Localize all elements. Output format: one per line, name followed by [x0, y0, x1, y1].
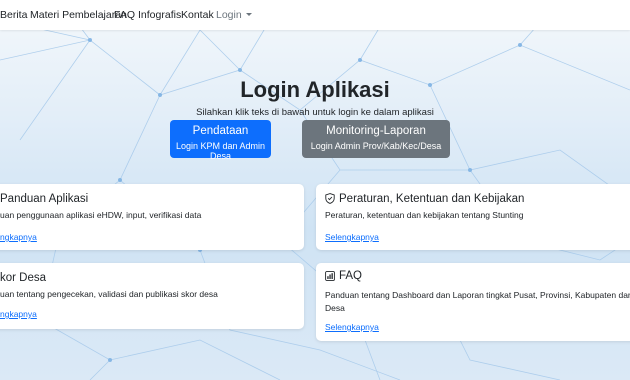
- shield-icon: [325, 193, 335, 204]
- nav-item-faq[interactable]: FAQ: [114, 9, 135, 21]
- card-skor-desa: kor Desa uan tentang pengecekan, validas…: [0, 263, 304, 329]
- pendataan-button-sublabel: Login KPM dan Admin Desa: [175, 141, 266, 161]
- pendataan-login-button[interactable]: Pendataan Login KPM dan Admin Desa: [170, 120, 271, 161]
- monitoring-login-button[interactable]: Monitoring-Laporan Login Admin Prov/Kab/…: [302, 120, 450, 158]
- card-peraturan: Peraturan, Ketentuan dan Kebijakan Perat…: [316, 184, 630, 250]
- card-title-row: FAQ: [325, 270, 362, 282]
- card-text: uan tentang pengecekan, validasi dan pub…: [0, 289, 218, 299]
- card-more-link[interactable]: ngkapnya: [0, 309, 37, 319]
- card-title: FAQ: [339, 270, 363, 282]
- card-title: kor Desa: [0, 272, 47, 284]
- nav-login-dropdown[interactable]: Login: [216, 9, 252, 21]
- monitoring-button-sublabel: Login Admin Prov/Kab/Kec/Desa: [310, 141, 442, 151]
- monitoring-button-label: Monitoring-Laporan: [326, 125, 426, 137]
- card-text: uan penggunaan aplikasi eHDW, input, ver…: [0, 210, 202, 220]
- card-panduan-aplikasi: Panduan Aplikasi uan penggunaan aplikasi…: [0, 184, 304, 250]
- pendataan-button-label: Pendataan: [192, 125, 249, 137]
- card-text: Panduan tentang Dashboard dan Laporan ti…: [325, 290, 630, 313]
- nav-item-berita[interactable]: Berita: [0, 9, 27, 21]
- card-more-link[interactable]: ngkapnya: [0, 232, 37, 242]
- card-title-row: Peraturan, Ketentuan dan Kebijakan: [325, 193, 524, 205]
- nav-item-infografis[interactable]: Infografis: [138, 9, 181, 21]
- nav-item-materi-pembelajaran[interactable]: Materi Pembelajaran: [30, 9, 127, 21]
- card-faq: FAQ Panduan tentang Dashboard dan Lapora…: [316, 263, 630, 341]
- caret-down-icon: [245, 13, 252, 16]
- nav-login-label: Login: [216, 9, 242, 21]
- nav-item-kontak[interactable]: Kontak: [181, 9, 214, 21]
- card-title: Panduan Aplikasi: [0, 193, 89, 205]
- card-more-link[interactable]: Selengkapnya: [325, 322, 379, 332]
- card-text: Peraturan, ketentuan dan kebijakan tenta…: [325, 210, 524, 220]
- card-title: Peraturan, Ketentuan dan Kebijakan: [339, 193, 525, 205]
- card-more-link[interactable]: Selengkapnya: [325, 232, 379, 242]
- page-subtitle: Silahkan klik teks di bawah untuk login …: [196, 107, 434, 118]
- chart-icon: [325, 271, 335, 281]
- top-navbar: Berita Materi Pembelajaran FAQ Infografi…: [0, 0, 630, 30]
- page-title: Login Aplikasi: [240, 77, 390, 102]
